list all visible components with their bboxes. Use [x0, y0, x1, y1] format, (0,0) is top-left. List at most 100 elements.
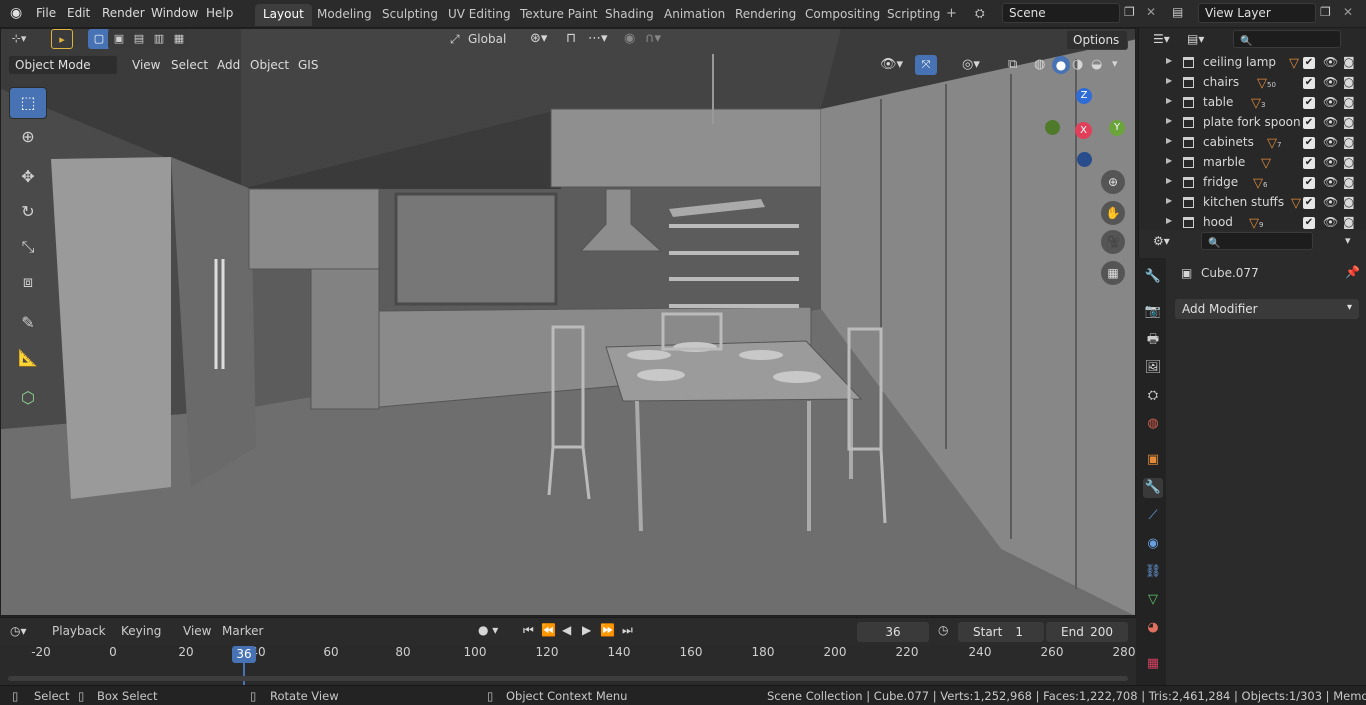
- properties-options-icon[interactable]: ▾: [1345, 234, 1351, 247]
- playhead-frame-badge[interactable]: 36: [232, 646, 256, 663]
- box-select-extend-icon[interactable]: ▣: [108, 29, 130, 49]
- render-camera-icon[interactable]: ◙: [1343, 55, 1355, 69]
- hide-eye-icon[interactable]: 👁: [1323, 175, 1338, 189]
- viewport-menu-select[interactable]: Select: [171, 58, 208, 72]
- scale-tool-icon[interactable]: ⤡: [9, 232, 47, 264]
- outliner-item-ceiling-lamp[interactable]: ▶ ceiling lamp ▽ ✔ 👁 ◙: [1139, 53, 1366, 73]
- modifier-tab-icon[interactable]: 🔧: [1143, 478, 1163, 498]
- expand-arrow-icon[interactable]: ▶: [1166, 196, 1172, 205]
- render-camera-icon[interactable]: ◙: [1343, 95, 1355, 109]
- shading-wireframe-icon[interactable]: ◍: [1034, 57, 1045, 72]
- exclude-checkbox[interactable]: ✔: [1303, 197, 1315, 209]
- end-frame-field[interactable]: End 200: [1046, 622, 1128, 642]
- tab-rendering[interactable]: Rendering: [727, 4, 804, 26]
- tab-modeling[interactable]: Modeling: [309, 4, 380, 26]
- outliner-search-input[interactable]: 🔍: [1233, 30, 1341, 48]
- menu-file[interactable]: File: [36, 6, 56, 20]
- box-select-invert-icon[interactable]: ▥: [148, 29, 170, 49]
- view-layer-field[interactable]: View Layer: [1198, 3, 1316, 23]
- snap-toggle-icon[interactable]: ⊓: [566, 31, 576, 46]
- hide-eye-icon[interactable]: 👁: [1323, 55, 1338, 69]
- exclude-checkbox[interactable]: ✔: [1303, 117, 1315, 129]
- preview-range-icon[interactable]: ◷: [938, 623, 948, 637]
- expand-arrow-icon[interactable]: ▶: [1166, 96, 1172, 105]
- scene-icon[interactable]: ⛭: [975, 6, 985, 21]
- data-tab-icon[interactable]: ▽: [1143, 590, 1163, 610]
- delete-view-layer-icon[interactable]: ✕: [1343, 5, 1353, 19]
- measure-tool-icon[interactable]: 📐: [9, 343, 47, 375]
- exclude-checkbox[interactable]: ✔: [1303, 77, 1315, 89]
- expand-arrow-icon[interactable]: ▶: [1166, 156, 1172, 165]
- properties-search-input[interactable]: 🔍: [1201, 232, 1313, 250]
- tab-sculpting[interactable]: Sculpting: [374, 4, 446, 26]
- proportional-edit-icon[interactable]: ◉: [624, 31, 635, 46]
- gizmo-toggle-icon[interactable]: ⤧: [915, 55, 937, 75]
- exclude-checkbox[interactable]: ✔: [1303, 217, 1315, 229]
- exclude-checkbox[interactable]: ✔: [1303, 157, 1315, 169]
- blender-logo-icon[interactable]: ◉: [10, 5, 22, 21]
- exclude-checkbox[interactable]: ✔: [1303, 97, 1315, 109]
- annotate-tool-icon[interactable]: ✎: [9, 308, 47, 340]
- output-tab-icon[interactable]: 🖶: [1143, 330, 1163, 350]
- render-camera-icon[interactable]: ◙: [1343, 155, 1355, 169]
- physics-tab-icon[interactable]: ◉: [1143, 534, 1163, 554]
- world-tab-icon[interactable]: ◍: [1143, 414, 1163, 434]
- expand-arrow-icon[interactable]: ▶: [1166, 56, 1172, 65]
- jump-end-icon[interactable]: ⏭: [622, 623, 633, 638]
- viewport-menu-view[interactable]: View: [132, 58, 160, 72]
- 3d-viewport[interactable]: [0, 28, 1136, 616]
- exclude-checkbox[interactable]: ✔: [1303, 57, 1315, 69]
- hide-eye-icon[interactable]: 👁: [1323, 75, 1338, 89]
- outliner-item-kitchen-stuffs[interactable]: ▶ kitchen stuffs ▽ ✔ 👁 ◙: [1139, 193, 1366, 213]
- shading-solid-icon[interactable]: ●: [1052, 56, 1070, 74]
- gizmo-neg-z-icon[interactable]: [1077, 152, 1092, 167]
- expand-arrow-icon[interactable]: ▶: [1166, 76, 1172, 85]
- gizmo-x-axis-icon[interactable]: X: [1075, 122, 1092, 139]
- outliner-item-cabinets[interactable]: ▶ cabinets ▽7 ✔ 👁 ◙: [1139, 133, 1366, 153]
- transform-orientation-dropdown[interactable]: Global: [468, 32, 506, 46]
- xray-toggle-icon[interactable]: ⧉: [1008, 57, 1017, 72]
- hide-eye-icon[interactable]: 👁: [1323, 135, 1338, 149]
- expand-arrow-icon[interactable]: ▶: [1166, 176, 1172, 185]
- scene-tab-icon[interactable]: ⛭: [1143, 386, 1163, 406]
- visibility-eye-icon[interactable]: 👁▾: [880, 57, 903, 72]
- box-select-new-icon[interactable]: ▢: [88, 29, 110, 49]
- shading-material-icon[interactable]: ◑: [1072, 57, 1083, 72]
- move-tool-icon[interactable]: ✥: [9, 162, 47, 194]
- view-layer-tab-icon[interactable]: 🖼: [1143, 358, 1163, 378]
- outliner-item-hood[interactable]: ▶ hood ▽9 ✔ 👁 ◙: [1139, 213, 1366, 230]
- render-tab-icon[interactable]: 📷: [1143, 302, 1163, 322]
- render-camera-icon[interactable]: ◙: [1343, 75, 1355, 89]
- exclude-checkbox[interactable]: ✔: [1303, 177, 1315, 189]
- snap-target-icon[interactable]: ⋯▾: [588, 31, 608, 46]
- shading-rendered-icon[interactable]: ◒: [1091, 57, 1102, 72]
- select-box-tool-icon[interactable]: ⬚: [9, 87, 47, 119]
- pivot-point-icon[interactable]: ⊛▾: [530, 31, 547, 46]
- render-camera-icon[interactable]: ◙: [1343, 195, 1355, 209]
- proportional-falloff-icon[interactable]: ∩▾: [645, 31, 661, 46]
- tab-texture-paint[interactable]: Texture Paint: [512, 4, 605, 26]
- render-camera-icon[interactable]: ◙: [1343, 215, 1355, 229]
- scene-name-field[interactable]: Scene: [1002, 3, 1120, 23]
- expand-arrow-icon[interactable]: ▶: [1166, 136, 1172, 145]
- jump-keyframe-back-icon[interactable]: ⏪: [541, 623, 556, 637]
- object-tab-icon[interactable]: ▣: [1143, 450, 1163, 470]
- timeline-menu-view[interactable]: View: [183, 624, 211, 638]
- timeline-editor-type-icon[interactable]: ◷▾: [10, 624, 27, 638]
- zoom-icon[interactable]: ⊕: [1101, 170, 1125, 194]
- tab-animation[interactable]: Animation: [656, 4, 733, 26]
- pin-icon[interactable]: 📌: [1345, 265, 1360, 279]
- transform-tool-icon[interactable]: ⧈: [9, 267, 47, 299]
- tab-layout[interactable]: Layout: [255, 4, 312, 26]
- transform-orientation-icon[interactable]: ⤢: [450, 32, 460, 47]
- outliner-item-chairs[interactable]: ▶ chairs ▽50 ✔ 👁 ◙: [1139, 73, 1366, 93]
- render-camera-icon[interactable]: ◙: [1343, 135, 1355, 149]
- camera-view-icon[interactable]: 🎥: [1101, 230, 1125, 254]
- properties-editor-type-icon[interactable]: ⚙▾: [1153, 234, 1170, 248]
- add-modifier-dropdown[interactable]: Add Modifier ▾: [1175, 299, 1359, 319]
- jump-start-icon[interactable]: ⏮: [523, 623, 534, 638]
- editor-type-icon[interactable]: ⊹▾: [8, 29, 30, 49]
- hide-eye-icon[interactable]: 👁: [1323, 155, 1338, 169]
- material-tab-icon[interactable]: ◕: [1143, 618, 1163, 638]
- select-mode-tweak-icon[interactable]: ▸: [51, 29, 73, 49]
